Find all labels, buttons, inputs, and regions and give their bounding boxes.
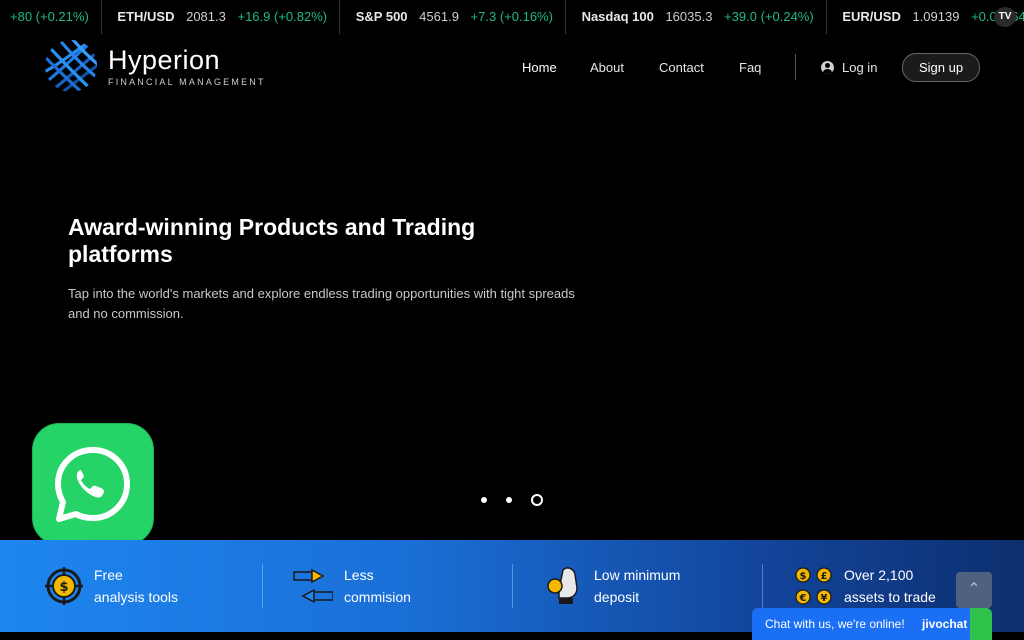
- tradingview-logo-icon[interactable]: TV: [994, 7, 1016, 27]
- nav-about[interactable]: About: [590, 60, 624, 75]
- ticker-item[interactable]: S&P 500 4561.9 +7.3 (+0.16%): [344, 0, 566, 34]
- whatsapp-button[interactable]: [33, 424, 153, 544]
- ticker-symbol: Nasdaq 100: [581, 9, 654, 24]
- nav-home[interactable]: Home: [522, 60, 557, 75]
- ticker-item[interactable]: ETH/USD 2081.3 +16.9 (+0.82%): [105, 0, 341, 34]
- ticker-price: 2081.3: [186, 9, 226, 24]
- nav-faq[interactable]: Faq: [739, 60, 761, 75]
- ticker-change: +80 (+0.21%): [10, 9, 89, 24]
- chat-status-indicator: [970, 608, 992, 640]
- ticker-change: +39.0 (+0.24%): [724, 9, 814, 24]
- ticker-symbol: EUR/USD: [842, 9, 901, 24]
- ticker-change: +16.9 (+0.82%): [237, 9, 328, 24]
- feature-subtitle: analysis tools: [94, 589, 179, 605]
- hand-coin-icon: [547, 567, 578, 604]
- chevron-up-icon: ⌃: [967, 581, 981, 598]
- whatsapp-icon: [55, 447, 130, 522]
- carousel-dot[interactable]: [506, 497, 512, 503]
- site-header: Hyperion FINANCIAL MANAGEMENT Home About…: [0, 34, 1024, 104]
- ticker-symbol: S&P 500: [355, 9, 408, 24]
- target-dollar-icon: $: [45, 567, 83, 605]
- chat-online-message: Chat with us, we're online!: [765, 617, 905, 631]
- ticker-item[interactable]: Nasdaq 100 16035.3 +39.0 (+0.24%): [570, 0, 827, 34]
- ticker-item[interactable]: +80 (+0.21%): [0, 0, 102, 34]
- ticker-price: 4561.9: [419, 9, 459, 24]
- feature-item: $ Free analysis tools: [44, 540, 244, 632]
- feature-item: Low minimum deposit: [545, 540, 745, 632]
- feature-title: Free: [94, 567, 123, 583]
- feature-subtitle: deposit: [594, 589, 640, 605]
- hero-subtitle: Tap into the world's markets and explore…: [68, 286, 575, 321]
- globe-logo-icon: [45, 40, 97, 92]
- svg-text:£: £: [821, 571, 828, 582]
- carousel-dot[interactable]: [481, 497, 487, 503]
- ticker-price: 16035.3: [665, 9, 713, 24]
- market-ticker[interactable]: +80 (+0.21%) ETH/USD 2081.3 +16.9 (+0.82…: [0, 0, 1024, 34]
- svg-text:€: €: [799, 593, 807, 604]
- feature-divider: [512, 564, 513, 608]
- svg-text:¥: ¥: [821, 593, 828, 604]
- svg-text:$: $: [59, 580, 68, 595]
- login-link[interactable]: Log in: [821, 60, 877, 75]
- jivochat-brand: jivochat: [922, 617, 968, 631]
- brand-logo[interactable]: Hyperion FINANCIAL MANAGEMENT: [44, 36, 266, 96]
- scroll-to-top-button[interactable]: ⌃: [956, 572, 992, 608]
- feature-divider: [262, 564, 263, 608]
- feature-title: Low minimum: [594, 567, 681, 583]
- jivochat-widget[interactable]: Chat with us, we're online! jivochat: [752, 608, 992, 640]
- nav-contact[interactable]: Contact: [659, 60, 704, 75]
- carousel-indicators: [481, 494, 543, 506]
- hero-title: Award-winning Products and Trading platf…: [68, 214, 476, 267]
- svg-text:$: $: [800, 571, 807, 582]
- currency-coins-icon: $ £ € ¥: [795, 567, 832, 605]
- user-icon: [821, 61, 834, 74]
- brand-tagline: FINANCIAL MANAGEMENT: [108, 77, 266, 87]
- brand-name: Hyperion: [108, 45, 221, 75]
- exchange-arrows-icon: [293, 568, 333, 604]
- ticker-price: 1.09139: [912, 9, 960, 24]
- nav-divider: [795, 54, 796, 80]
- feature-divider: [762, 564, 763, 608]
- ticker-change: +7.3 (+0.16%): [470, 9, 553, 24]
- feature-item: Less commision: [293, 540, 493, 632]
- ticker-symbol: ETH/USD: [117, 9, 175, 24]
- login-label: Log in: [842, 60, 878, 75]
- carousel-dot-active[interactable]: [531, 494, 543, 506]
- feature-title: Less: [344, 567, 374, 583]
- signup-button[interactable]: Sign up: [902, 53, 980, 82]
- feature-subtitle: commision: [344, 589, 411, 605]
